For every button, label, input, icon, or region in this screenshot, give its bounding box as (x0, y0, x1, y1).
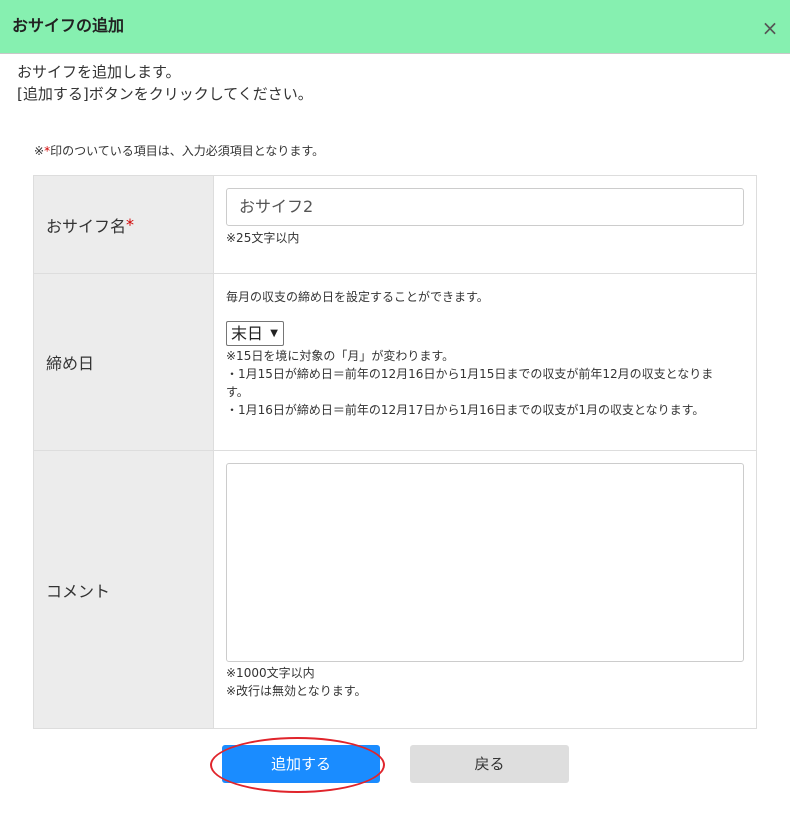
comment-hints: ※1000文字以内 ※改行は無効となります。 (226, 664, 367, 700)
wallet-form: おサイフ名 * おサイフ2 ※25文字以内 締め日 毎月の収支の締め日を設定するこ… (33, 175, 757, 729)
comment-label: コメント (34, 451, 214, 728)
required-star-name: * (126, 215, 135, 234)
closing-notes: ※15日を境に対象の「月」が変わります。 ・1月15日が締め日＝前年の12月16… (226, 347, 746, 419)
comment-textarea[interactable] (226, 463, 744, 662)
close-icon[interactable]: × (760, 16, 780, 40)
add-button[interactable]: 追加する (222, 745, 380, 783)
form-row-closing: 締め日 毎月の収支の締め日を設定することができます。 末日 ▼ ※15日を境に対… (34, 274, 756, 451)
closing-label: 締め日 (34, 274, 214, 450)
closing-content: 毎月の収支の締め日を設定することができます。 末日 ▼ ※15日を境に対象の「月… (214, 274, 756, 450)
name-label-text: おサイフ名 (46, 216, 127, 236)
comment-content: ※1000文字以内 ※改行は無効となります。 (214, 451, 756, 728)
form-row-name: おサイフ名 * おサイフ2 ※25文字以内 (34, 176, 756, 274)
back-button[interactable]: 戻る (410, 745, 569, 783)
closing-note: ・1月15日が締め日＝前年の12月16日から1月15日までの収支が前年12月の収… (226, 367, 714, 381)
required-note-text: 印のついている項目は、入力必須項目となります。 (50, 144, 325, 158)
intro-text: おサイフを追加します。 [追加する]ボタンをクリックしてください。 (17, 61, 313, 105)
dialog-title: おサイフの追加 (12, 16, 125, 35)
closing-note: ・1月16日が締め日＝前年の12月17日から1月16日までの収支が1月の収支とな… (226, 403, 705, 417)
name-label: おサイフ名 * (34, 176, 214, 273)
closing-note: す。 (226, 385, 249, 399)
closing-description: 毎月の収支の締め日を設定することができます。 (226, 290, 489, 304)
form-row-comment: コメント ※1000文字以内 ※改行は無効となります。 (34, 451, 756, 728)
name-content: おサイフ2 ※25文字以内 (214, 176, 756, 273)
closing-day-value: 末日 (231, 324, 264, 343)
comment-hint: ※1000文字以内 (226, 666, 315, 680)
dialog-header: おサイフの追加 × (0, 0, 790, 54)
add-wallet-dialog: おサイフの追加 × おサイフを追加します。 [追加する]ボタンをクリックしてくだ… (0, 0, 790, 816)
closing-day-select[interactable]: 末日 ▼ (226, 321, 284, 346)
required-note-prefix: ※ (34, 144, 45, 158)
required-note: ※*印のついている項目は、入力必須項目となります。 (34, 142, 324, 160)
dropdown-arrow-icon: ▼ (270, 328, 278, 339)
name-hint: ※25文字以内 (226, 231, 300, 245)
closing-note: ※15日を境に対象の「月」が変わります。 (226, 349, 455, 363)
intro-line-1: おサイフを追加します。 (17, 63, 181, 81)
comment-hint: ※改行は無効となります。 (226, 684, 367, 698)
wallet-name-input[interactable]: おサイフ2 (226, 188, 744, 226)
intro-line-2: [追加する]ボタンをクリックしてください。 (17, 85, 313, 103)
